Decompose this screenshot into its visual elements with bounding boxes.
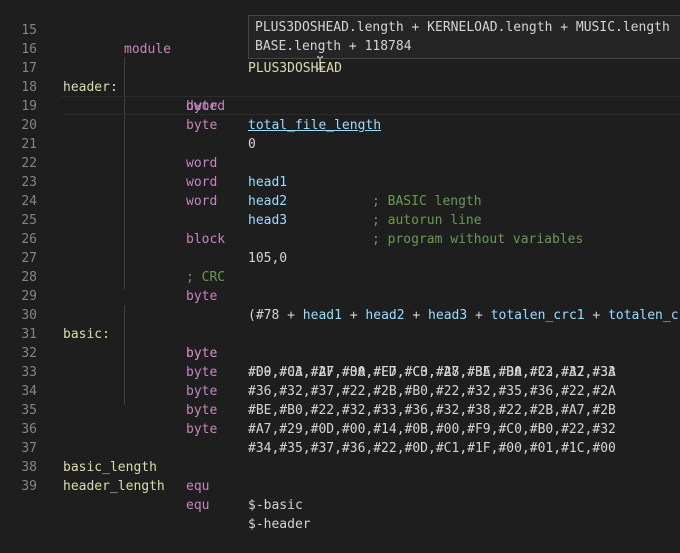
code-line[interactable]: 35 byte #34,#35,#37,#36,#22,#0D,#C1,#1F,… (0, 382, 680, 456)
code-line[interactable]: 34 byte #A7,#29,#0D,#00,#14,#0B,#00,#F9,… (0, 363, 680, 437)
code-line[interactable]: 25 block 105,0 (0, 192, 680, 266)
code-line[interactable]: 20 (0, 97, 680, 133)
code-line[interactable]: 21 word head1 ; BASIC length (0, 116, 680, 209)
code-line[interactable]: 19 byte 0 (0, 78, 680, 152)
code-line[interactable]: 39 (0, 458, 680, 494)
code-line[interactable]: 33 byte #BE,#B0,#22,#32,#33,#36,#32,#38,… (0, 344, 680, 418)
code-line[interactable]: 22 word head2 ; autorun line (0, 135, 680, 228)
code-line[interactable]: 23 word head3 ; program without variable… (0, 154, 680, 247)
operand: $-basic (248, 498, 303, 513)
text-cursor-icon (317, 56, 323, 70)
code-line[interactable]: 27 ; CRC (0, 230, 680, 285)
code-line[interactable]: 24 (0, 173, 680, 209)
code-line[interactable]: 28 byte (#78 + head1 + head2 + head3 + t… (0, 249, 680, 323)
operand: $-header (248, 517, 311, 532)
code-line[interactable]: 26 (0, 211, 680, 247)
code-line[interactable]: 30 basic: byte #00,#0A,#2F,#00,#E7,#C3,#… (0, 287, 680, 380)
code-line[interactable]: 38 header_length equ $-header (0, 439, 680, 532)
tooltip-line: BASE.length + 118784 (255, 39, 412, 54)
code-line[interactable]: 36 (0, 401, 680, 437)
tooltip-line: PLUS3DOSHEAD.length + KERNELOAD.length +… (255, 20, 670, 35)
code-editor[interactable]: 15 module PLUS3DOSHEAD 16 17 header: byt… (0, 0, 680, 532)
code-line[interactable]: 37 basic_length equ $-basic (0, 420, 680, 513)
code-line[interactable]: 31 byte #D9,#C3,#A7,#3A,#FD,#C0,#28,#BE,… (0, 306, 680, 380)
code-line[interactable]: 32 byte #36,#32,#37,#22,#2B,#B0,#22,#32,… (0, 325, 680, 399)
code-line[interactable]: 18 dword total_file_length (0, 59, 680, 133)
code-line[interactable]: 29 (0, 268, 680, 304)
hover-tooltip: PLUS3DOSHEAD.length + KERNELOAD.length +… (248, 15, 680, 59)
keyword: equ (186, 498, 210, 513)
